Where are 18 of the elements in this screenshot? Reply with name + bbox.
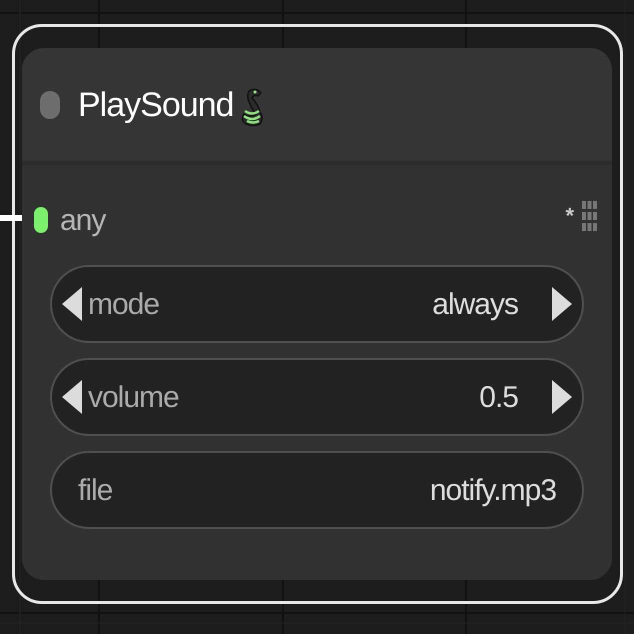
right-arrow-icon[interactable] [552, 380, 572, 414]
combo-widget[interactable]: mode always [50, 265, 584, 343]
right-arrow-icon[interactable] [552, 287, 572, 321]
type-label: * [565, 202, 574, 230]
input-label: any [60, 202, 106, 238]
widget-label: file [78, 472, 112, 508]
grid-icon[interactable] [582, 201, 598, 231]
widget-label: mode [88, 286, 160, 322]
node-title: PlaySound [78, 88, 234, 122]
widget-label: volume [88, 380, 179, 416]
widget-value: notify.mp3 [430, 472, 556, 508]
number-widget[interactable]: volume 0.5 [50, 358, 584, 436]
node-card[interactable]: PlaySound any * mode always volume 0.5 file notify.mp3 [22, 48, 612, 580]
text-widget[interactable]: file notify.mp3 [50, 451, 584, 529]
widget-value: 0.5 [479, 380, 518, 416]
left-arrow-icon[interactable] [62, 380, 82, 414]
left-arrow-icon[interactable] [62, 287, 82, 321]
widget-value: always [432, 286, 518, 322]
